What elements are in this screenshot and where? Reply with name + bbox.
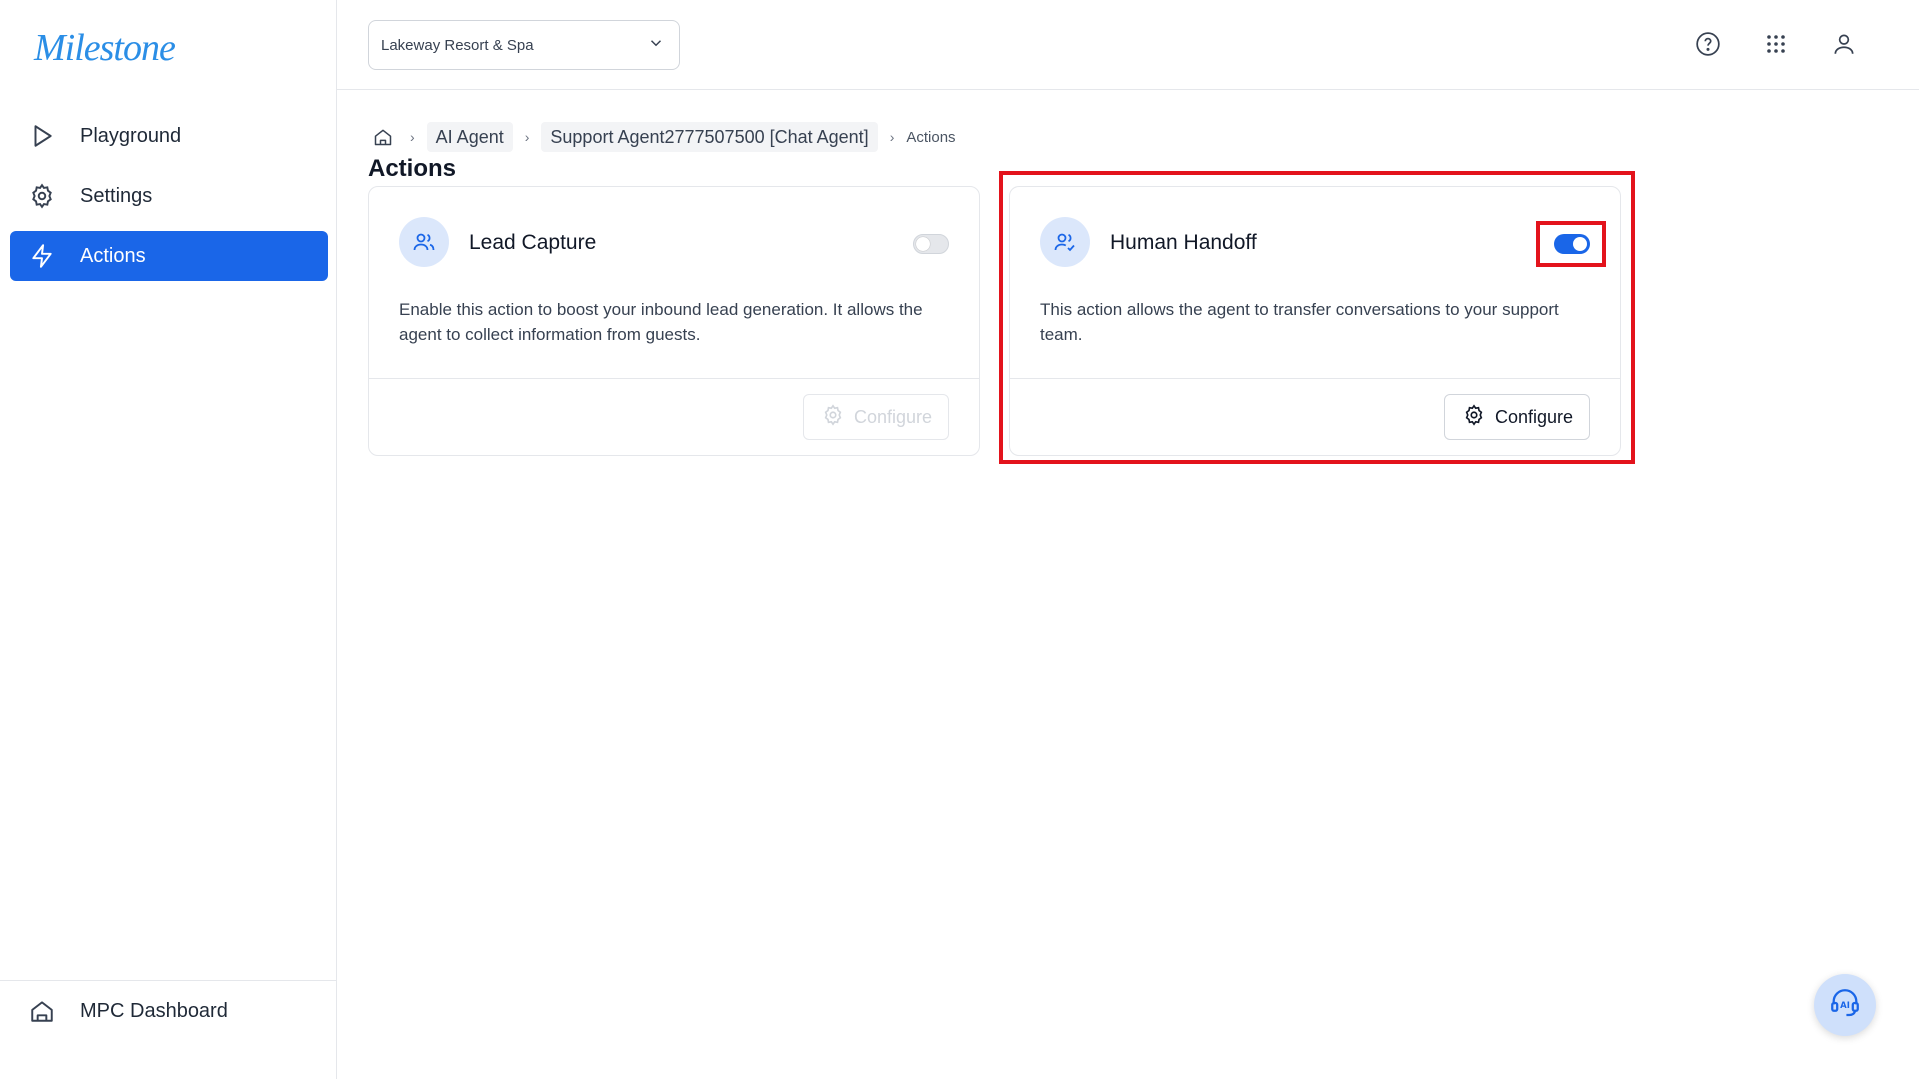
configure-label: Configure	[1494, 406, 1573, 427]
card-body: Human Handoff This action allows the age…	[1010, 187, 1620, 379]
card-description: Enable this action to boost your inbound…	[399, 300, 923, 344]
breadcrumb-current: Actions	[906, 128, 956, 146]
apps-grid-icon[interactable]	[1761, 26, 1791, 62]
app-root: Milestone Playground Settings Actions MP…	[0, 0, 1919, 1079]
action-card-human-handoff: Human Handoff This action allows the age…	[1009, 186, 1621, 456]
page-title: Actions	[368, 155, 457, 182]
user-icon[interactable]	[1829, 26, 1859, 62]
sidebar-item-playground[interactable]: Playground	[10, 111, 328, 161]
sidebar-item-label: Settings	[80, 184, 153, 207]
gear-icon	[28, 182, 56, 210]
sidebar-item-label: Actions	[80, 244, 146, 267]
chevron-down-icon	[647, 34, 665, 56]
configure-label: Configure	[853, 406, 932, 427]
svg-text:AI: AI	[1840, 1000, 1850, 1010]
lead-capture-toggle[interactable]	[913, 234, 949, 254]
sidebar: Milestone Playground Settings Actions MP…	[0, 0, 337, 1079]
breadcrumb-home-icon[interactable]	[368, 122, 398, 152]
breadcrumb-ai-agent[interactable]: AI Agent	[426, 122, 513, 152]
user-check-icon	[1040, 217, 1090, 267]
property-select[interactable]: Lakeway Resort & Spa	[368, 20, 680, 70]
breadcrumb-support-agent[interactable]: Support Agent2777507500 [Chat Agent]	[541, 122, 878, 152]
breadcrumb-separator: ›	[524, 129, 530, 145]
ai-assistant-button[interactable]: AI	[1814, 974, 1876, 1036]
human-handoff-configure-button[interactable]: Configure	[1443, 394, 1590, 440]
sidebar-item-label: MPC Dashboard	[80, 999, 228, 1022]
breadcrumb: › AI Agent › Support Agent2777507500 [Ch…	[368, 122, 956, 152]
lightning-icon	[28, 242, 56, 270]
action-card-lead-capture: Lead Capture Enable this action to boost…	[368, 186, 980, 456]
gear-icon	[1463, 403, 1485, 431]
breadcrumb-separator: ›	[889, 129, 895, 145]
gear-icon	[822, 403, 844, 431]
sidebar-nav: Playground Settings Actions	[10, 111, 328, 291]
top-header: Lakeway Resort & Spa	[337, 0, 1919, 90]
users-icon	[399, 217, 449, 267]
lead-capture-configure-button[interactable]: Configure	[802, 394, 949, 440]
card-body: Lead Capture Enable this action to boost…	[369, 187, 979, 379]
card-title: Human Handoff	[1110, 231, 1257, 254]
sidebar-item-mpc-dashboard[interactable]: MPC Dashboard	[10, 986, 328, 1036]
play-icon	[28, 122, 56, 150]
brand-logo[interactable]: Milestone	[34, 26, 176, 70]
sidebar-item-settings[interactable]: Settings	[10, 171, 328, 221]
help-icon[interactable]	[1693, 26, 1723, 62]
home-icon	[28, 997, 56, 1025]
header-actions	[1685, 26, 1859, 62]
card-title: Lead Capture	[469, 231, 597, 254]
property-select-value: Lakeway Resort & Spa	[381, 36, 534, 54]
card-description: This action allows the agent to transfer…	[1040, 300, 1559, 344]
sidebar-item-actions[interactable]: Actions	[10, 231, 328, 281]
ai-headset-icon: AI	[1828, 986, 1862, 1025]
human-handoff-toggle[interactable]	[1554, 234, 1590, 254]
sidebar-footer: MPC Dashboard	[0, 980, 336, 1079]
breadcrumb-separator: ›	[410, 129, 415, 145]
sidebar-item-label: Playground	[80, 124, 182, 147]
